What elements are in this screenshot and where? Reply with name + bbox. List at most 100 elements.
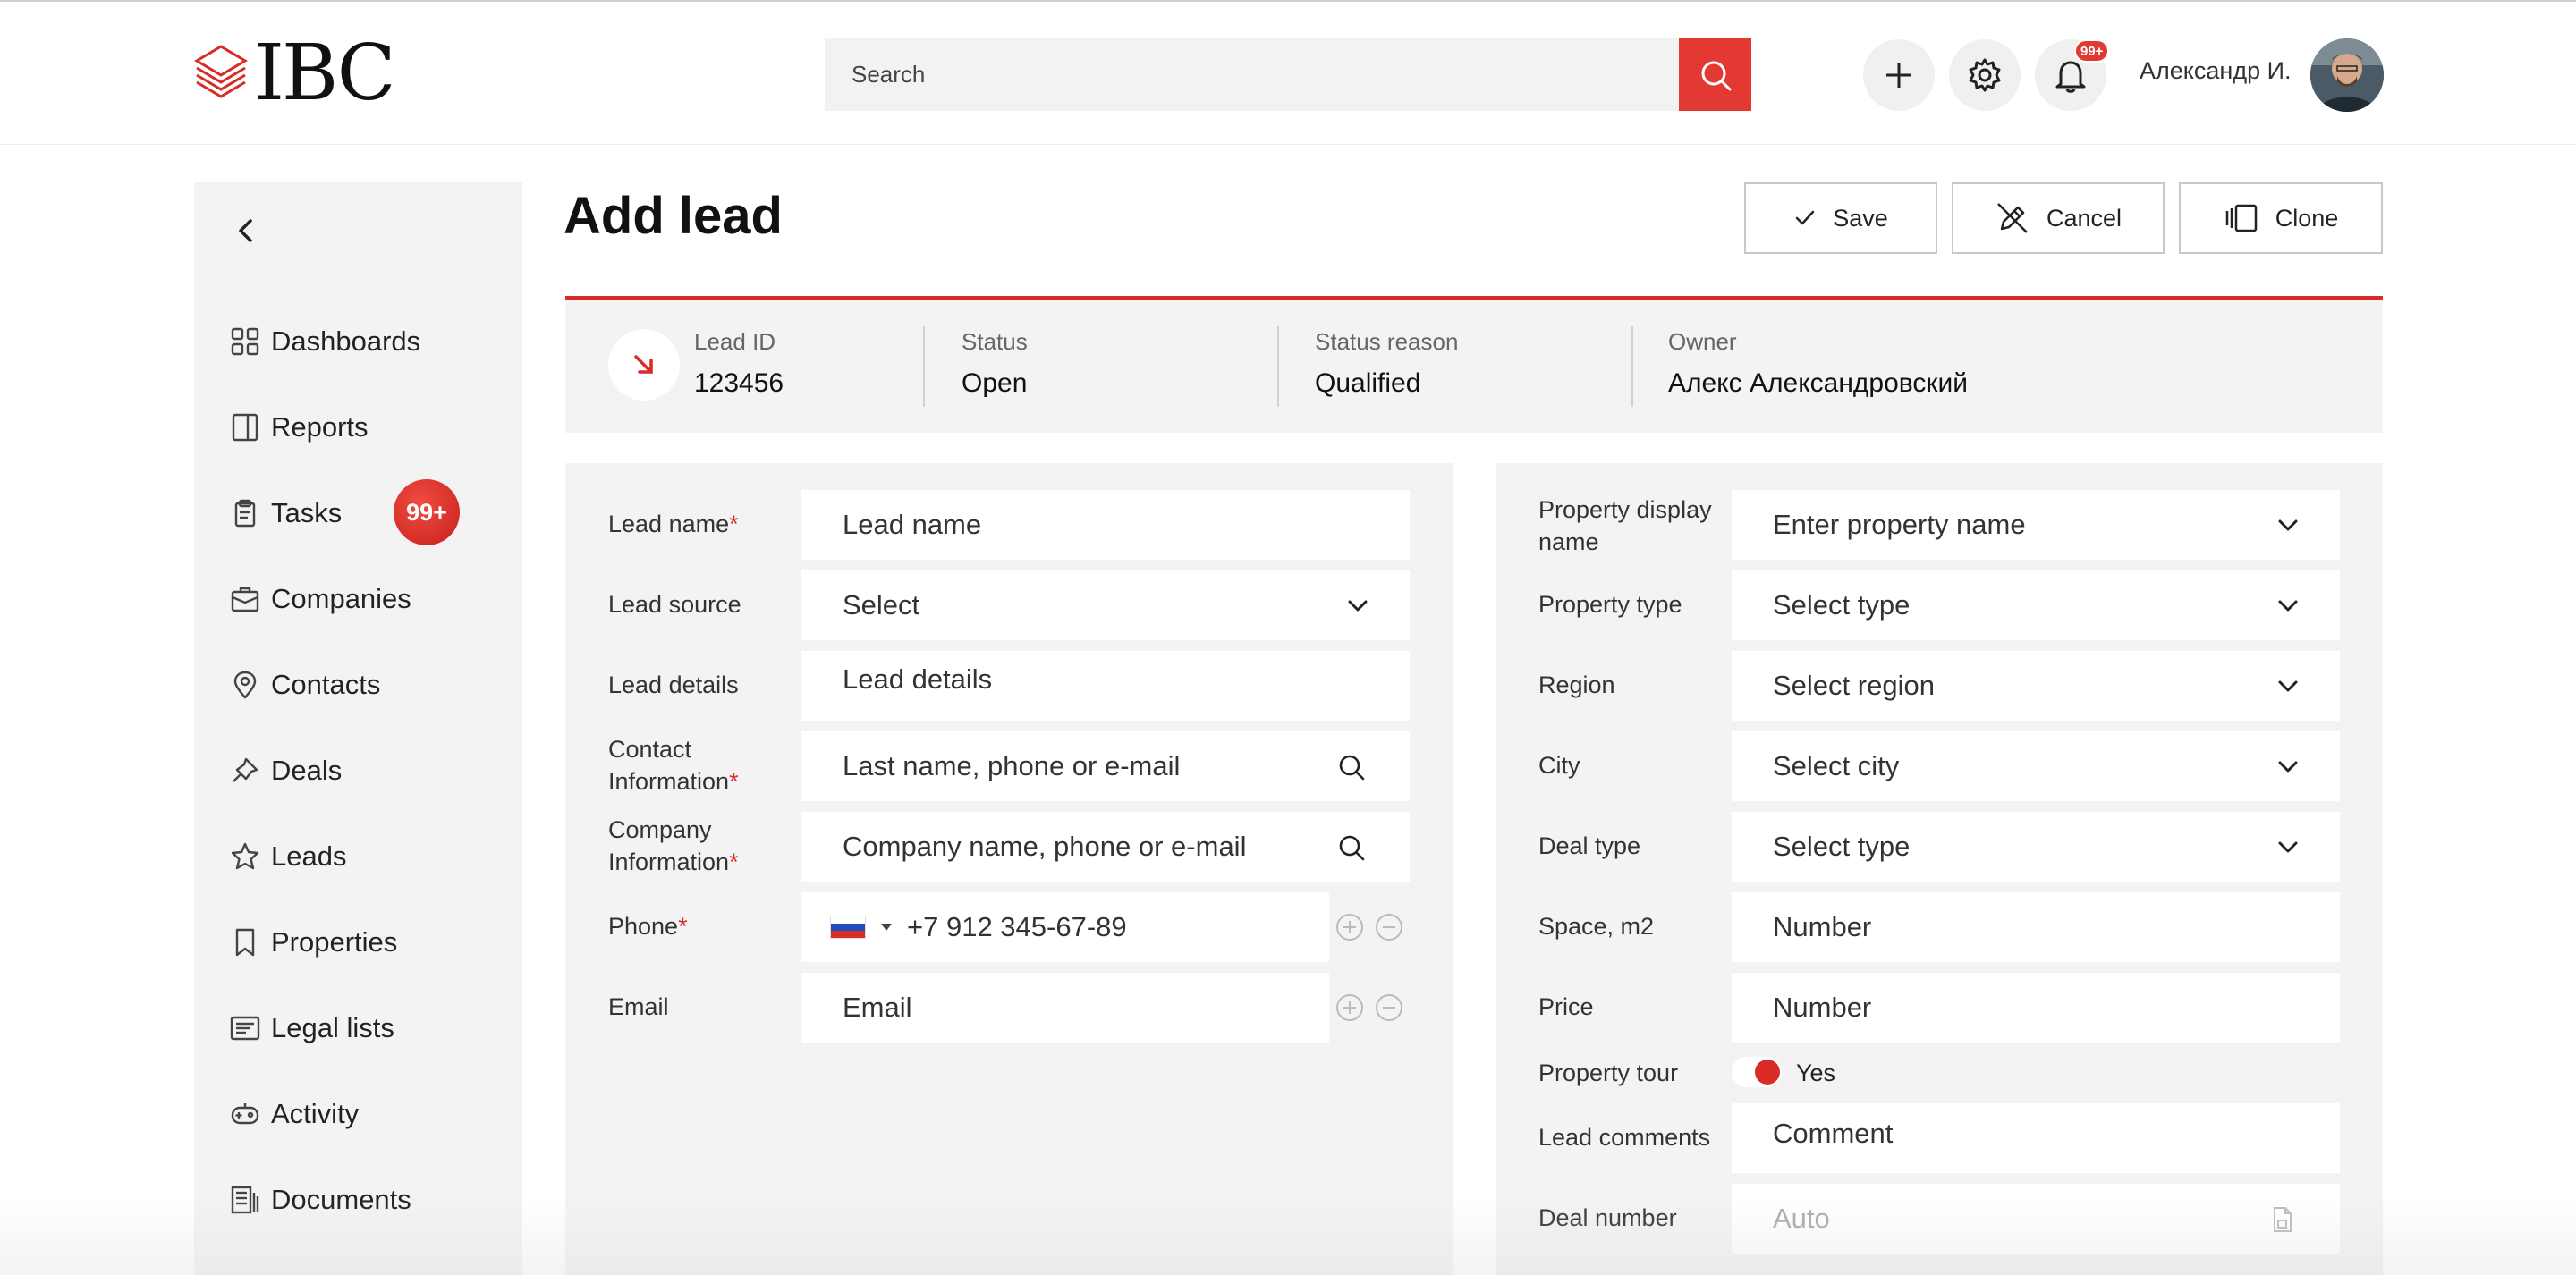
ibc-logo[interactable]: IBC (191, 35, 396, 112)
lead-summary: Lead ID 123456 Status Open Status reason… (565, 296, 2383, 433)
company-placeholder: Company name, phone or e-mail (843, 831, 1247, 862)
lead-name-input[interactable]: Lead name (801, 490, 1410, 560)
divider (1631, 326, 1633, 407)
top-bar: IBC 99+ Александр И. (0, 0, 2576, 145)
pencil-off-icon (1997, 203, 2028, 233)
city-select[interactable]: Select city (1732, 731, 2340, 801)
property-display-name-value: Enter property name (1773, 509, 2026, 540)
add-button[interactable] (1863, 39, 1935, 111)
space-input[interactable]: Number (1732, 892, 2340, 962)
property-tour-toggle[interactable] (1732, 1057, 1782, 1087)
save-label: Save (1833, 204, 1888, 232)
sidebar-item-label: Activity (271, 1098, 360, 1129)
search-button[interactable] (1679, 38, 1751, 111)
caret-down-icon[interactable] (880, 923, 893, 932)
clone-icon (2225, 204, 2257, 232)
sidebar-item-leads[interactable]: Leads (230, 830, 346, 883)
sidebar-item-label: Contacts (271, 669, 381, 700)
lead-comments-textarea[interactable]: Comment (1732, 1103, 2340, 1173)
sidebar-item-contacts[interactable]: Contacts (230, 658, 380, 712)
phone-controls (1335, 912, 1404, 942)
sidebar-item-label: Leads (271, 840, 347, 872)
sidebar-item-tasks[interactable]: Tasks 99+ (230, 479, 460, 545)
sidebar-item-legal-lists[interactable]: Legal lists (230, 1001, 394, 1055)
remove-email-icon[interactable] (1374, 992, 1404, 1023)
sidebar-item-dashboards[interactable]: Dashboards (230, 315, 420, 368)
sidebar-item-label: Reports (271, 411, 369, 443)
lead-source-value: Select (843, 589, 920, 621)
save-button[interactable]: Save (1744, 182, 1937, 254)
sidebar: Dashboards Reports Tasks 99+ Companies C… (194, 182, 522, 1275)
search-icon[interactable] (1336, 752, 1367, 782)
status-field: Status Open (962, 328, 1028, 399)
region-label: Region (1538, 671, 1615, 698)
phone-label: Phone* (608, 913, 688, 940)
deal-number-label: Deal number (1538, 1204, 1677, 1231)
clone-button[interactable]: Clone (2179, 182, 2383, 254)
lead-details-placeholder: Lead details (843, 663, 993, 695)
check-icon (1795, 210, 1815, 225)
contact-search-input[interactable]: Last name, phone or e-mail (801, 731, 1410, 801)
sidebar-item-label: Deals (271, 755, 343, 786)
property-display-name-select[interactable]: Enter property name (1732, 490, 2340, 560)
sidebar-item-properties[interactable]: Properties (230, 916, 397, 969)
status-value: Open (962, 368, 1028, 398)
grid-icon (231, 327, 259, 356)
back-button[interactable] (219, 204, 273, 258)
search-input[interactable] (825, 38, 1680, 111)
space-placeholder: Number (1773, 911, 1872, 942)
chevron-down-icon (1348, 600, 1368, 612)
sidebar-item-deals[interactable]: Deals (230, 744, 342, 798)
lead-comments-placeholder: Comment (1773, 1118, 1894, 1149)
price-placeholder: Number (1773, 992, 1872, 1023)
space-label: Space, m2 (1538, 913, 1655, 940)
sidebar-item-reports[interactable]: Reports (230, 401, 369, 454)
lead-name-placeholder: Lead name (843, 509, 982, 540)
search-bar (825, 38, 1751, 111)
property-type-select[interactable]: Select type (1732, 570, 2340, 640)
chevron-down-icon (2278, 680, 2298, 692)
contact-information-label: Contact Information* (608, 736, 739, 795)
notifications-button[interactable]: 99+ (2035, 39, 2110, 111)
lead-info-panel: Lead name* Lead name Lead source Select … (565, 463, 1453, 1275)
phone-input[interactable]: +7 912 345-67-89 (801, 892, 1329, 962)
owner-value[interactable]: Алекс Александровский (1668, 368, 1968, 399)
user-name[interactable]: Александр И. (2140, 57, 2292, 85)
sidebar-item-companies[interactable]: Companies (230, 572, 411, 626)
remove-phone-icon[interactable] (1374, 912, 1404, 942)
sidebar-item-label: Legal lists (271, 1012, 394, 1043)
cancel-button[interactable]: Cancel (1952, 182, 2165, 254)
settings-button[interactable] (1949, 39, 2021, 111)
lead-arrow-icon (608, 329, 680, 401)
sidebar-item-activity[interactable]: Activity (230, 1087, 359, 1141)
price-input[interactable]: Number (1732, 973, 2340, 1043)
email-input[interactable]: Email (801, 973, 1329, 1043)
search-icon[interactable] (1336, 832, 1367, 863)
property-type-label: Property type (1538, 591, 1682, 618)
deal-type-select[interactable]: Select type (1732, 812, 2340, 882)
email-label: Email (608, 993, 669, 1020)
lead-details-textarea[interactable]: Lead details (801, 651, 1410, 721)
chevron-down-icon (2278, 841, 2298, 853)
region-value: Select region (1773, 670, 1935, 701)
cancel-label: Cancel (2046, 204, 2123, 232)
avatar[interactable] (2310, 38, 2384, 112)
add-phone-icon[interactable] (1335, 912, 1365, 942)
chevron-down-icon (2278, 600, 2298, 612)
clone-label: Clone (2275, 204, 2339, 232)
russia-flag-icon[interactable] (830, 916, 866, 939)
property-tour-label: Property tour (1538, 1060, 1679, 1086)
company-information-label: Company Information* (608, 816, 739, 875)
status-reason-field: Status reason Qualified (1315, 328, 1458, 399)
add-email-icon[interactable] (1335, 992, 1365, 1023)
region-select[interactable]: Select region (1732, 651, 2340, 721)
page-title: Add lead (564, 187, 783, 245)
company-search-input[interactable]: Company name, phone or e-mail (801, 812, 1410, 882)
chevron-down-icon (2278, 761, 2298, 773)
clipboard-icon (234, 499, 256, 528)
email-placeholder: Email (843, 992, 912, 1023)
lead-source-select[interactable]: Select (801, 570, 1410, 640)
plus-icon (1886, 63, 1911, 88)
deal-number-field: Auto (1732, 1184, 2340, 1254)
sidebar-item-documents[interactable]: Documents (230, 1173, 411, 1227)
